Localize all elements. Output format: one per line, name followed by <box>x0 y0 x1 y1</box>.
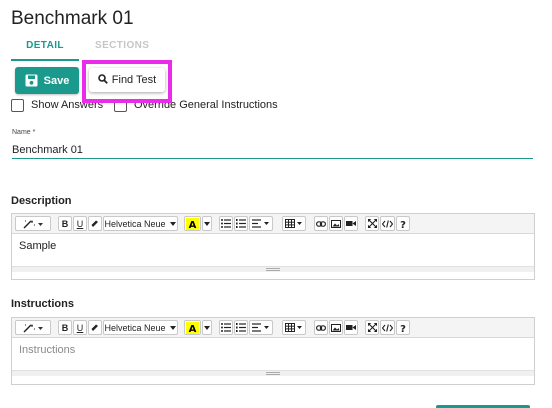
table-icon[interactable] <box>282 320 306 335</box>
floppy-disk-icon <box>25 74 38 87</box>
code-view-icon[interactable] <box>380 320 395 335</box>
description-text: Sample <box>19 240 57 252</box>
numbered-list-icon[interactable] <box>234 320 248 335</box>
show-answers-label: Show Answers <box>31 99 104 111</box>
description-content-area[interactable]: Sample <box>12 234 534 272</box>
paragraph-align-icon[interactable] <box>249 320 273 335</box>
video-icon[interactable] <box>344 320 358 335</box>
font-family-value: Helvetica Neue <box>104 322 166 333</box>
show-answers-checkbox[interactable] <box>11 99 24 112</box>
bold-icon[interactable]: B <box>58 216 72 231</box>
code-view-icon[interactable] <box>380 216 395 231</box>
link-icon[interactable] <box>314 320 328 335</box>
eraser-icon[interactable] <box>88 216 102 231</box>
svg-text:?: ? <box>400 220 406 229</box>
instructions-content-area[interactable]: Instructions <box>12 338 534 376</box>
page-title: Benchmark 01 <box>11 8 134 29</box>
override-instructions-label: Override General Instructions <box>134 99 278 111</box>
font-family-value: Helvetica Neue <box>104 218 166 229</box>
underline-icon[interactable]: U <box>73 216 87 231</box>
name-input-underline <box>12 158 533 159</box>
numbered-list-icon[interactable] <box>234 216 248 231</box>
instructions-editor: B U Helvetica Neue A ? Instructions <box>11 317 535 385</box>
link-icon[interactable] <box>314 216 328 231</box>
save-button[interactable]: Save <box>15 67 79 94</box>
description-resize-bar[interactable] <box>12 266 534 272</box>
bold-icon[interactable]: B <box>58 320 72 335</box>
color-dropdown-icon[interactable] <box>202 320 212 335</box>
instructions-placeholder: Instructions <box>19 344 76 356</box>
name-input[interactable]: Benchmark 01 <box>12 144 83 156</box>
override-instructions-checkbox[interactable] <box>114 99 127 112</box>
eraser-icon[interactable] <box>88 320 102 335</box>
video-icon[interactable] <box>344 216 358 231</box>
save-button-label: Save <box>43 74 70 87</box>
instructions-toolbar: B U Helvetica Neue A ? <box>12 318 534 338</box>
name-field-label: Name * <box>12 129 36 136</box>
find-test-button[interactable]: Find Test <box>89 68 165 92</box>
help-icon[interactable]: ? <box>396 216 410 231</box>
magic-style-icon[interactable] <box>15 216 51 231</box>
instructions-heading: Instructions <box>11 298 74 310</box>
color-dropdown-icon[interactable] <box>202 216 212 231</box>
instructions-resize-bar[interactable] <box>12 370 534 376</box>
magic-style-icon[interactable] <box>15 320 51 335</box>
tab-sections[interactable]: SECTIONS <box>95 40 149 51</box>
fullscreen-icon[interactable] <box>365 320 379 335</box>
tab-detail[interactable]: DETAIL <box>11 40 79 51</box>
underline-icon[interactable]: U <box>73 320 87 335</box>
image-icon[interactable] <box>329 320 343 335</box>
paragraph-align-icon[interactable] <box>249 216 273 231</box>
image-icon[interactable] <box>329 216 343 231</box>
magnifier-icon <box>97 73 108 87</box>
tab-bar: DETAIL SECTIONS <box>11 38 541 62</box>
text-color-icon[interactable]: A <box>184 320 201 335</box>
active-tab-indicator <box>11 59 79 61</box>
table-icon[interactable] <box>282 216 306 231</box>
description-toolbar: B U Helvetica Neue A ? <box>12 214 534 234</box>
resize-grip-icon <box>266 268 280 271</box>
svg-text:A: A <box>189 324 197 334</box>
svg-text:A: A <box>189 220 197 230</box>
font-family-select[interactable]: Helvetica Neue <box>103 216 178 231</box>
help-icon[interactable]: ? <box>396 320 410 335</box>
fullscreen-icon[interactable] <box>365 216 379 231</box>
bullet-list-icon[interactable] <box>219 320 233 335</box>
description-heading: Description <box>11 195 72 207</box>
svg-text:?: ? <box>400 324 406 333</box>
font-family-select[interactable]: Helvetica Neue <box>103 320 178 335</box>
text-color-icon[interactable]: A <box>184 216 201 231</box>
resize-grip-icon <box>266 372 280 375</box>
bullet-list-icon[interactable] <box>219 216 233 231</box>
description-editor: B U Helvetica Neue A ? Sample <box>11 213 535 280</box>
find-test-label: Find Test <box>111 74 157 86</box>
